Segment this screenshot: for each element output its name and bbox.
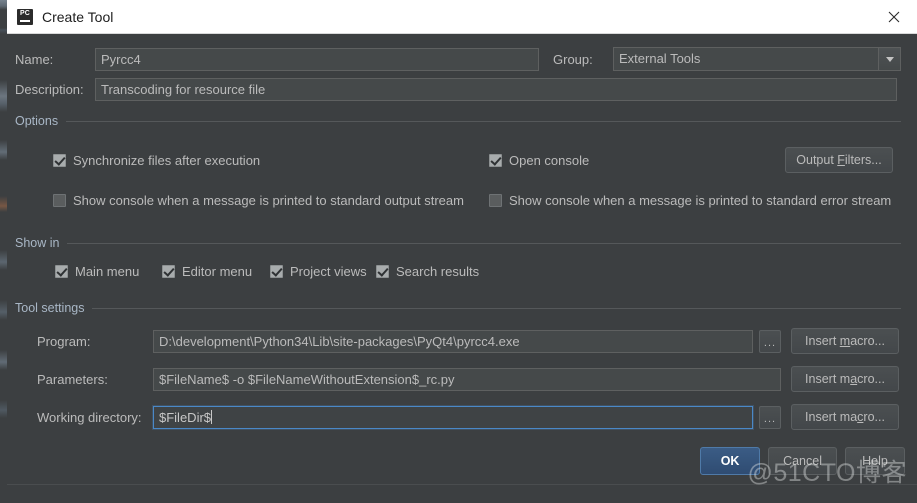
- show-in-group-label: Show in: [15, 236, 60, 250]
- checkbox-open-console[interactable]: Open console: [489, 153, 589, 168]
- checkbox-label: Search results: [396, 264, 480, 279]
- parameters-insert-macro-button[interactable]: Insert macro...: [791, 366, 899, 392]
- program-label: Program:: [37, 333, 91, 349]
- chevron-down-icon[interactable]: [878, 48, 900, 70]
- checkbox-label: Show console when a message is printed t…: [509, 193, 892, 208]
- checkbox-show-console-stdout[interactable]: Show console when a message is printed t…: [53, 193, 464, 208]
- ide-background-strip: [0, 0, 7, 503]
- footer-divider: [7, 484, 917, 485]
- checkbox-label: Project views: [290, 264, 367, 279]
- output-filters-label: Output Filters...: [796, 153, 882, 167]
- working-directory-insert-macro-label: Insert macro...: [805, 410, 885, 424]
- checkbox-box: [489, 154, 502, 167]
- description-input[interactable]: Transcoding for resource file: [95, 78, 897, 101]
- checkbox-box: [162, 265, 175, 278]
- working-directory-label: Working directory:: [37, 409, 142, 425]
- options-group-divider: [66, 120, 901, 122]
- name-label: Name:: [15, 52, 54, 67]
- description-label: Description:: [15, 82, 84, 97]
- pycharm-icon: PC: [17, 8, 33, 25]
- working-directory-input[interactable]: $FileDir$: [153, 405, 753, 429]
- checkbox-label: Synchronize files after execution: [73, 153, 261, 168]
- text-caret: [211, 409, 213, 424]
- options-group-label: Options: [15, 114, 59, 128]
- dialog-body: Name: Pyrcc4 Group: External Tools Descr…: [7, 34, 917, 503]
- checkbox-label: Editor menu: [182, 264, 253, 279]
- checkbox-synchronize-files[interactable]: Synchronize files after execution: [53, 153, 260, 168]
- parameters-label: Parameters:: [37, 371, 108, 387]
- dialog-title: Create Tool: [42, 8, 114, 25]
- checkbox-editor-menu[interactable]: Editor menu: [162, 264, 252, 279]
- group-label: Group:: [553, 51, 593, 67]
- checkbox-box: [55, 265, 68, 278]
- create-tool-dialog: PC Create Tool Name: Pyrcc4 Group: Exter…: [0, 0, 917, 503]
- output-filters-button[interactable]: Output Filters...: [785, 147, 893, 173]
- checkbox-box: [376, 265, 389, 278]
- group-row: Group: External Tools: [553, 47, 901, 71]
- working-directory-insert-macro-button[interactable]: Insert macro...: [791, 404, 899, 430]
- close-icon[interactable]: [871, 0, 917, 33]
- checkbox-box: [270, 265, 283, 278]
- checkbox-label: Open console: [509, 153, 590, 168]
- description-row: Description: Transcoding for resource fi…: [15, 78, 897, 101]
- show-in-group-header: Show in: [15, 236, 901, 250]
- program-input[interactable]: D:\development\Python34\Lib\site-package…: [153, 329, 753, 353]
- program-browse-button[interactable]: ...: [759, 329, 781, 353]
- checkbox-box: [53, 194, 66, 207]
- name-row: Name: Pyrcc4: [15, 48, 539, 71]
- checkbox-project-views[interactable]: Project views: [270, 264, 367, 279]
- group-value: External Tools: [619, 51, 701, 66]
- checkbox-show-console-stderr[interactable]: Show console when a message is printed t…: [489, 193, 891, 208]
- program-insert-macro-button[interactable]: Insert macro...: [791, 328, 899, 354]
- parameters-row: Parameters: $FileName$ -o $FileNameWitho…: [37, 366, 899, 392]
- checkbox-box: [489, 194, 502, 207]
- parameters-input[interactable]: $FileName$ -o $FileNameWithoutExtension$…: [153, 367, 781, 391]
- program-row: Program: D:\development\Python34\Lib\sit…: [37, 328, 899, 354]
- options-group-header: Options: [15, 114, 901, 128]
- working-directory-value: $FileDir$: [159, 409, 212, 425]
- checkbox-main-menu[interactable]: Main menu: [55, 264, 139, 279]
- cancel-button[interactable]: Cancel: [768, 447, 837, 475]
- group-combobox[interactable]: External Tools: [613, 47, 901, 71]
- dialog-titlebar: PC Create Tool: [7, 0, 917, 34]
- checkbox-label: Show console when a message is printed t…: [73, 193, 464, 208]
- checkbox-label: Main menu: [75, 264, 140, 279]
- parameters-insert-macro-label: Insert macro...: [805, 372, 885, 386]
- tool-settings-group-divider: [92, 307, 901, 309]
- tool-settings-group-label: Tool settings: [15, 301, 85, 315]
- checkbox-box: [53, 154, 66, 167]
- help-button[interactable]: Help: [845, 447, 905, 475]
- program-insert-macro-label: Insert macro...: [805, 334, 885, 348]
- name-input[interactable]: Pyrcc4: [95, 48, 539, 71]
- checkbox-search-results[interactable]: Search results: [376, 264, 479, 279]
- tool-settings-group-header: Tool settings: [15, 301, 901, 315]
- working-directory-browse-button[interactable]: ...: [759, 405, 781, 429]
- ok-button[interactable]: OK: [700, 447, 761, 475]
- working-directory-row: Working directory: $FileDir$ ... Insert …: [37, 404, 899, 430]
- show-in-group-divider: [67, 242, 901, 244]
- dialog-footer: OK Cancel Help: [700, 447, 905, 475]
